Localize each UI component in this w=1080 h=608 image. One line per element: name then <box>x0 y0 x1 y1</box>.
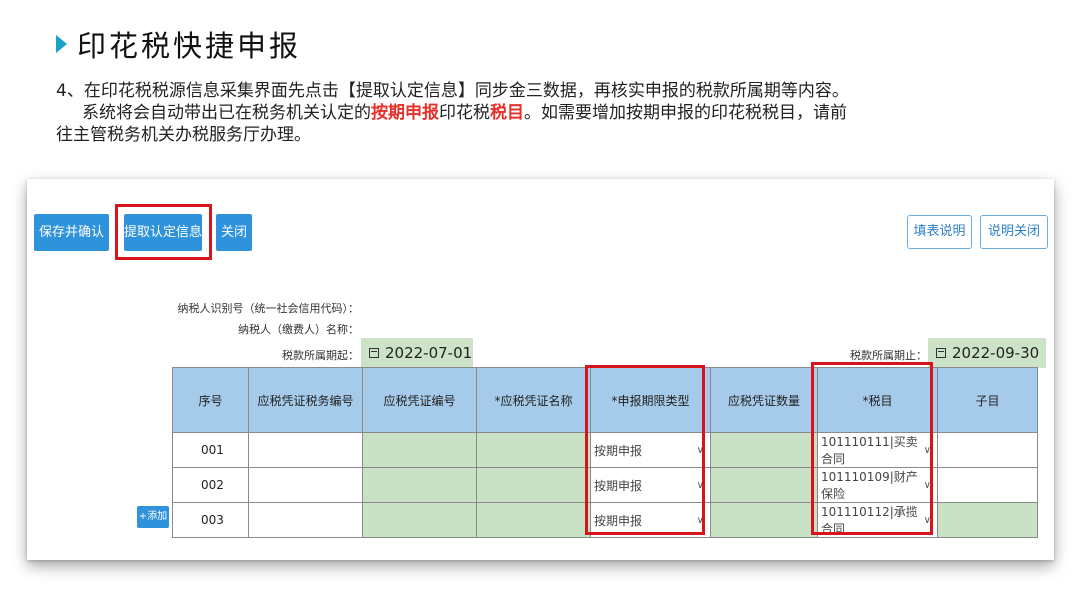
calendar-icon <box>936 348 946 358</box>
highlight-tax-item: 税目 <box>490 103 524 123</box>
cert-name-cell[interactable] <box>476 502 591 538</box>
tax-cert-number-cell[interactable] <box>248 467 363 503</box>
help-close-button[interactable]: 说明关闭 <box>980 215 1048 249</box>
row-seq: 002 <box>172 467 249 503</box>
period-start-label: 税款所属期起： <box>282 349 359 362</box>
tax-cert-number-cell[interactable] <box>248 502 363 538</box>
sub-item-cell[interactable] <box>937 432 1038 468</box>
triangle-bullet-icon <box>56 35 67 53</box>
cert-number-cell[interactable] <box>362 432 477 468</box>
row-seq: 003 <box>172 502 249 538</box>
period-end-label: 税款所属期止： <box>850 349 927 362</box>
slide-title-bar: 印花税快捷申报 <box>56 22 301 66</box>
fill-help-button[interactable]: 填表说明 <box>907 215 972 249</box>
desc-line-3: 往主管税务机关办税服务厅办理。 <box>56 125 311 145</box>
taxpayer-id-label: 纳税人识别号（统一社会信用代码）： <box>177 302 360 315</box>
highlight-period-type: 按期申报 <box>371 103 439 123</box>
cert-number-cell[interactable] <box>362 502 477 538</box>
cert-quantity-cell[interactable] <box>710 467 818 503</box>
taxpayer-name-label: 纳税人（缴费人）名称： <box>238 323 359 336</box>
tax-cert-number-cell[interactable] <box>248 432 363 468</box>
add-row-button[interactable]: +添加 <box>137 506 169 528</box>
sub-item-cell[interactable] <box>937 467 1038 503</box>
col-cert-name: *应税凭证名称 <box>476 367 591 433</box>
save-confirm-button[interactable]: 保存并确认 <box>34 214 109 251</box>
slide-title: 印花税快捷申报 <box>77 29 302 63</box>
row-seq: 001 <box>172 432 249 468</box>
fetch-info-highlight-box <box>115 204 212 260</box>
cert-number-cell[interactable] <box>362 467 477 503</box>
sub-item-cell[interactable] <box>937 502 1038 538</box>
tax-item-highlight-box <box>811 362 933 535</box>
col-cert-number: 应税凭证编号 <box>362 367 477 433</box>
period-start-field[interactable]: 2022-07-01 <box>361 338 473 368</box>
cert-quantity-cell[interactable] <box>710 502 818 538</box>
col-sub-item: 子目 <box>937 367 1038 433</box>
slide-description: 4、在印花税税源信息采集界面先点击【提取认定信息】同步金三数据，再核实申报的税款… <box>56 80 1046 146</box>
cert-name-cell[interactable] <box>476 467 591 503</box>
cert-quantity-cell[interactable] <box>710 432 818 468</box>
col-tax-cert-number: 应税凭证税务编号 <box>248 367 363 433</box>
close-button[interactable]: 关闭 <box>216 214 252 251</box>
col-seq: 序号 <box>172 367 249 433</box>
col-cert-quantity: 应税凭证数量 <box>710 367 818 433</box>
desc-line-1: 4、在印花税税源信息采集界面先点击【提取认定信息】同步金三数据，再核实申报的税款… <box>56 81 849 101</box>
embedded-screenshot: 保存并确认 提取认定信息 关闭 填表说明 说明关闭 纳税人识别号（统一社会信用代… <box>27 179 1054 560</box>
calendar-icon <box>369 348 379 358</box>
period-end-field[interactable]: 2022-09-30 <box>928 338 1046 368</box>
cert-name-cell[interactable] <box>476 432 591 468</box>
desc-line-2: 系统将会自动带出已在税务机关认定的按期申报印花税税目。如需要增加按期申报的印花税… <box>82 103 847 123</box>
period-type-highlight-box <box>585 365 705 535</box>
